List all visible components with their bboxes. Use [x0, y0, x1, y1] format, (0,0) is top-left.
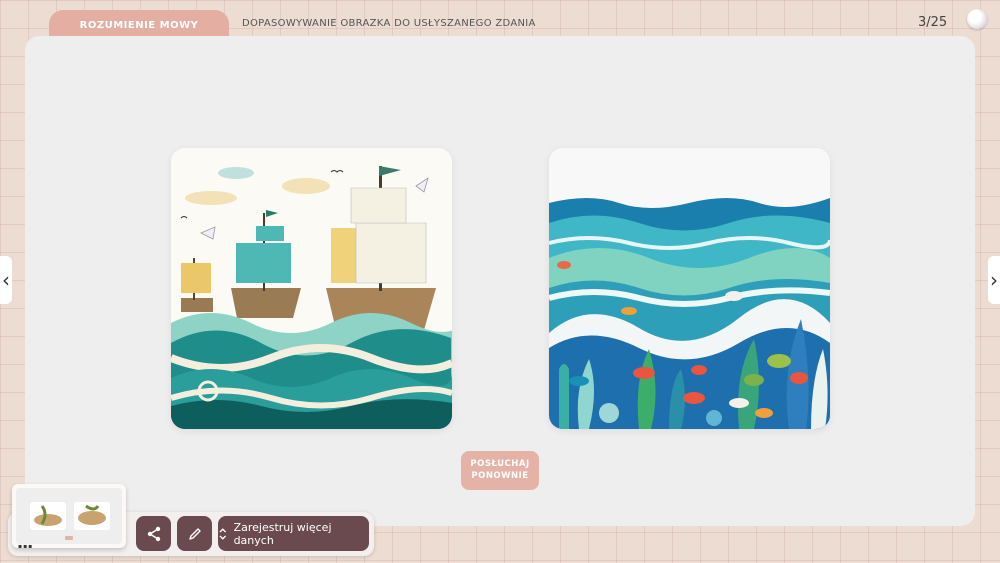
- category-label: ROZUMIENIE MOWY: [79, 19, 199, 31]
- thumbnail-image: [30, 502, 110, 540]
- slide-thumbnail[interactable]: [12, 484, 126, 548]
- menu-button[interactable]: [967, 9, 987, 29]
- share-icon: [147, 526, 160, 541]
- chevron-left-icon: ‹: [2, 268, 10, 292]
- underwater-fish-image: [549, 148, 830, 429]
- register-more-data-button[interactable]: Zarejestruj więcej danych: [218, 516, 369, 551]
- thumbnail-preview: [16, 488, 122, 544]
- underwater-picture-card[interactable]: [549, 148, 830, 429]
- progress-counter: 3/25: [918, 15, 948, 30]
- next-arrow-button[interactable]: ›: [988, 256, 1000, 304]
- register-more-data-label: Zarejestruj więcej danych: [233, 520, 332, 547]
- listen-again-line1: POSŁUCHAJ: [470, 459, 530, 470]
- pencil-icon: [188, 527, 201, 540]
- task-title: DOPASOWYWANIE OBRAZKA DO USŁYSZANEGO ZDA…: [242, 18, 536, 29]
- ships-picture-card[interactable]: [171, 148, 452, 429]
- previous-arrow-button[interactable]: ‹: [0, 256, 12, 304]
- share-button[interactable]: [136, 516, 171, 551]
- listen-again-line2: PONOWNIE: [471, 470, 529, 481]
- listen-again-button[interactable]: POSŁUCHAJ PONOWNIE: [461, 451, 539, 490]
- chevron-right-icon: ›: [990, 268, 998, 292]
- sailing-ships-image: [171, 148, 452, 429]
- slide-indicator-dots: ▪▪▪: [18, 543, 34, 550]
- edit-button[interactable]: [177, 516, 212, 551]
- chevron-up-down-icon: [219, 527, 227, 540]
